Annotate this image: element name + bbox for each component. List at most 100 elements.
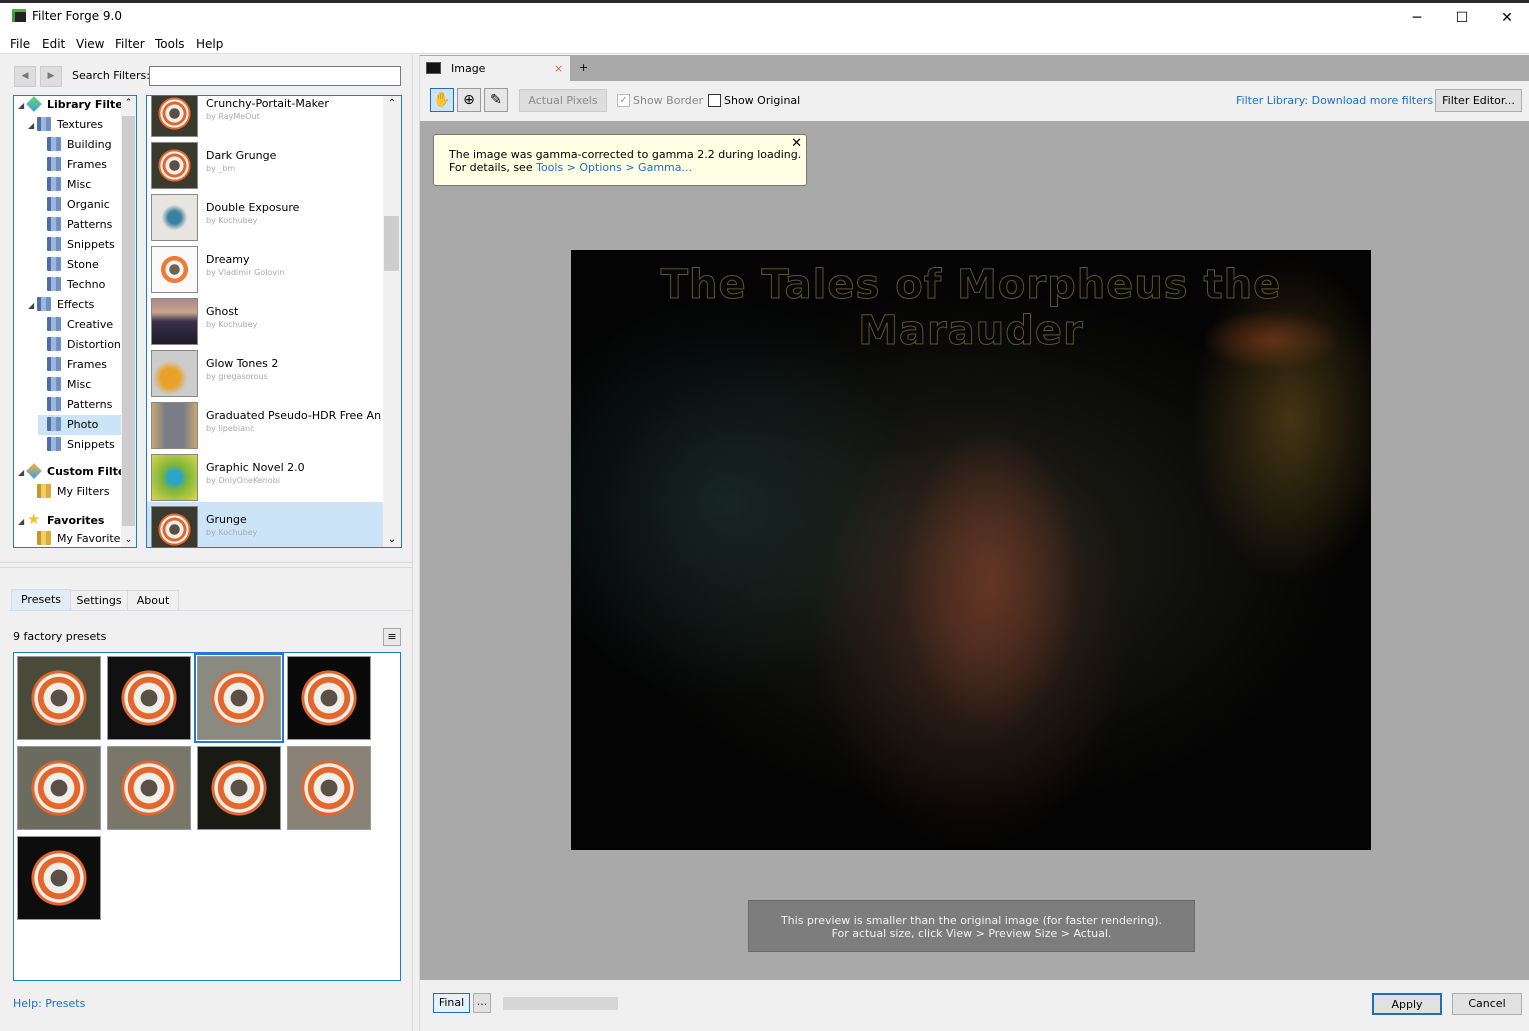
tree-item-label: Misc bbox=[67, 378, 92, 391]
tree-item[interactable]: Stone bbox=[38, 255, 134, 275]
filter-list-item[interactable]: Ghost by Kochubey bbox=[147, 294, 384, 346]
expand-arrow-icon[interactable]: ◢ bbox=[18, 512, 27, 532]
add-tab-button[interactable]: + bbox=[579, 61, 588, 74]
filter-list-scroll-thumb[interactable] bbox=[384, 216, 399, 271]
zoom-tool-button[interactable]: ⊕ bbox=[457, 88, 481, 112]
tree-item[interactable]: Snippets bbox=[38, 435, 134, 455]
filter-list-item[interactable]: Graduated Pseudo-HDR Free An... by lipebi… bbox=[147, 398, 384, 450]
tree-item[interactable]: Snippets bbox=[38, 235, 134, 255]
tree-item[interactable]: Misc bbox=[38, 175, 134, 195]
filter-list-item[interactable]: Grunge by Kochubey bbox=[147, 502, 384, 547]
filter-list-item[interactable]: Glow Tones 2 by gregasorous bbox=[147, 346, 384, 398]
tab-settings[interactable]: Settings bbox=[70, 590, 128, 611]
filter-list-scrollbar[interactable]: ⌃ ⌄ bbox=[383, 96, 401, 547]
gamma-options-link[interactable]: Tools > Options > Gamma... bbox=[536, 161, 692, 174]
tree-scroll-thumb[interactable] bbox=[122, 116, 135, 526]
folder-icon bbox=[47, 257, 61, 271]
maximize-button[interactable]: ☐ bbox=[1439, 3, 1485, 33]
filter-list[interactable]: Crunchy-Portait-Maker by RayMeOut Dark Gru… bbox=[146, 95, 402, 548]
apply-button[interactable]: Apply bbox=[1372, 993, 1442, 1015]
app-icon bbox=[12, 9, 26, 22]
filter-name: Ghost bbox=[206, 305, 239, 318]
tab-about[interactable]: About bbox=[127, 590, 179, 611]
filter-category-tree[interactable]: ◢ Library Filters ◢ Textures Building Frames M… bbox=[13, 95, 137, 548]
tree-item[interactable]: Photo bbox=[38, 415, 134, 435]
filter-list-item[interactable]: Crunchy-Portait-Maker by RayMeOut bbox=[147, 96, 384, 138]
forward-button[interactable]: ▶ bbox=[40, 66, 62, 87]
tab-image[interactable]: Image × bbox=[420, 56, 570, 81]
scroll-up-icon[interactable]: ⌃ bbox=[121, 98, 136, 108]
minimize-button[interactable]: ─ bbox=[1394, 3, 1440, 33]
menu-filter[interactable]: Filter bbox=[115, 37, 145, 51]
scroll-down-icon[interactable]: ⌄ bbox=[121, 535, 136, 545]
show-border-checkbox[interactable]: ✓ bbox=[617, 94, 630, 107]
gamma-notice: The image was gamma-corrected to gamma 2… bbox=[433, 134, 807, 186]
tree-item[interactable]: My Filters bbox=[28, 482, 134, 502]
show-original-checkbox[interactable] bbox=[708, 94, 721, 107]
help-presets-link[interactable]: Help: Presets bbox=[13, 997, 85, 1010]
tree-item[interactable]: My Favorites bbox=[28, 529, 134, 547]
menu-file[interactable]: File bbox=[10, 37, 30, 51]
tree-item[interactable]: ◢ Library Filters bbox=[18, 96, 135, 116]
notice-close-icon[interactable]: ✕ bbox=[791, 137, 802, 150]
preset-thumbnail[interactable] bbox=[194, 653, 284, 743]
preset-thumbnail[interactable] bbox=[107, 656, 191, 740]
preset-thumbnail[interactable] bbox=[107, 746, 191, 830]
tree-item[interactable]: Creative bbox=[38, 315, 134, 335]
tree-item[interactable]: Techno bbox=[38, 275, 134, 295]
tree-item[interactable]: Distortion bbox=[38, 335, 134, 355]
preset-thumbnail[interactable] bbox=[197, 746, 281, 830]
filter-editor-button[interactable]: Filter Editor... bbox=[1435, 89, 1522, 112]
filter-thumbnail bbox=[151, 96, 198, 137]
tree-item[interactable]: ◢ Custom Filters bbox=[18, 462, 136, 483]
menu-tools[interactable]: Tools bbox=[155, 37, 185, 51]
back-button[interactable]: ◀ bbox=[14, 66, 36, 87]
tree-item[interactable]: ◢ Effects bbox=[28, 295, 134, 315]
eyedropper-tool-button[interactable]: ✎ bbox=[484, 88, 508, 112]
preset-thumbnail[interactable] bbox=[17, 656, 101, 740]
menu-edit[interactable]: Edit bbox=[42, 37, 65, 51]
preset-menu-button[interactable]: ≡ bbox=[383, 628, 401, 646]
preset-thumbnail[interactable] bbox=[17, 836, 101, 920]
tree-item[interactable]: Misc bbox=[38, 375, 134, 395]
hand-tool-button[interactable]: ✋ bbox=[430, 88, 454, 112]
expand-arrow-icon[interactable]: ◢ bbox=[28, 296, 37, 316]
menu-help[interactable]: Help bbox=[196, 37, 223, 51]
tree-item[interactable]: Building bbox=[38, 135, 134, 155]
render-options-button[interactable]: ... bbox=[473, 993, 491, 1013]
folder-icon bbox=[47, 397, 61, 411]
image-preview[interactable]: The Tales of Morpheus the Marauder bbox=[571, 250, 1371, 850]
expand-arrow-icon[interactable]: ◢ bbox=[18, 463, 27, 483]
filter-library-link[interactable]: Filter Library: Download more filters bbox=[1236, 94, 1433, 107]
tab-close-icon[interactable]: × bbox=[554, 62, 563, 75]
search-filters-input[interactable] bbox=[149, 66, 401, 86]
folder-icon bbox=[47, 137, 61, 151]
close-button[interactable]: ✕ bbox=[1484, 3, 1529, 33]
panel-splitter[interactable] bbox=[0, 562, 412, 568]
tab-presets[interactable]: Presets bbox=[11, 589, 71, 610]
tree-item[interactable]: ◢ Textures bbox=[28, 115, 134, 135]
preset-thumbnail[interactable] bbox=[287, 746, 371, 830]
filter-list-item[interactable]: Dark Grunge by _bm bbox=[147, 138, 384, 190]
menu-view[interactable]: View bbox=[76, 37, 104, 51]
actual-pixels-button[interactable]: Actual Pixels bbox=[519, 89, 607, 112]
tree-scrollbar[interactable]: ⌃ ⌄ bbox=[121, 96, 136, 547]
scroll-up-icon[interactable]: ⌃ bbox=[383, 98, 401, 109]
filter-list-item[interactable]: Graphic Novel 2.0 by OnlyOneKenobi bbox=[147, 450, 384, 502]
tree-item[interactable]: Patterns bbox=[38, 215, 134, 235]
final-button[interactable]: Final bbox=[433, 993, 470, 1013]
tree-item[interactable]: Frames bbox=[38, 155, 134, 175]
filter-list-item[interactable]: Dreamy by Vladimir Golovin bbox=[147, 242, 384, 294]
filter-list-item[interactable]: Double Exposure by Kochubey bbox=[147, 190, 384, 242]
tree-item[interactable]: Organic bbox=[38, 195, 134, 215]
tree-item[interactable]: Frames bbox=[38, 355, 134, 375]
scroll-down-icon[interactable]: ⌄ bbox=[383, 534, 401, 545]
expand-arrow-icon[interactable]: ◢ bbox=[18, 96, 27, 116]
vertical-splitter[interactable] bbox=[412, 55, 420, 1031]
preset-thumbnail[interactable] bbox=[17, 746, 101, 830]
tree-item[interactable]: Patterns bbox=[38, 395, 134, 415]
expand-arrow-icon[interactable]: ◢ bbox=[28, 116, 37, 136]
tree-item[interactable]: ◢ ★ Favorites bbox=[18, 509, 134, 529]
preset-thumbnail[interactable] bbox=[287, 656, 371, 740]
cancel-button[interactable]: Cancel bbox=[1452, 993, 1522, 1015]
